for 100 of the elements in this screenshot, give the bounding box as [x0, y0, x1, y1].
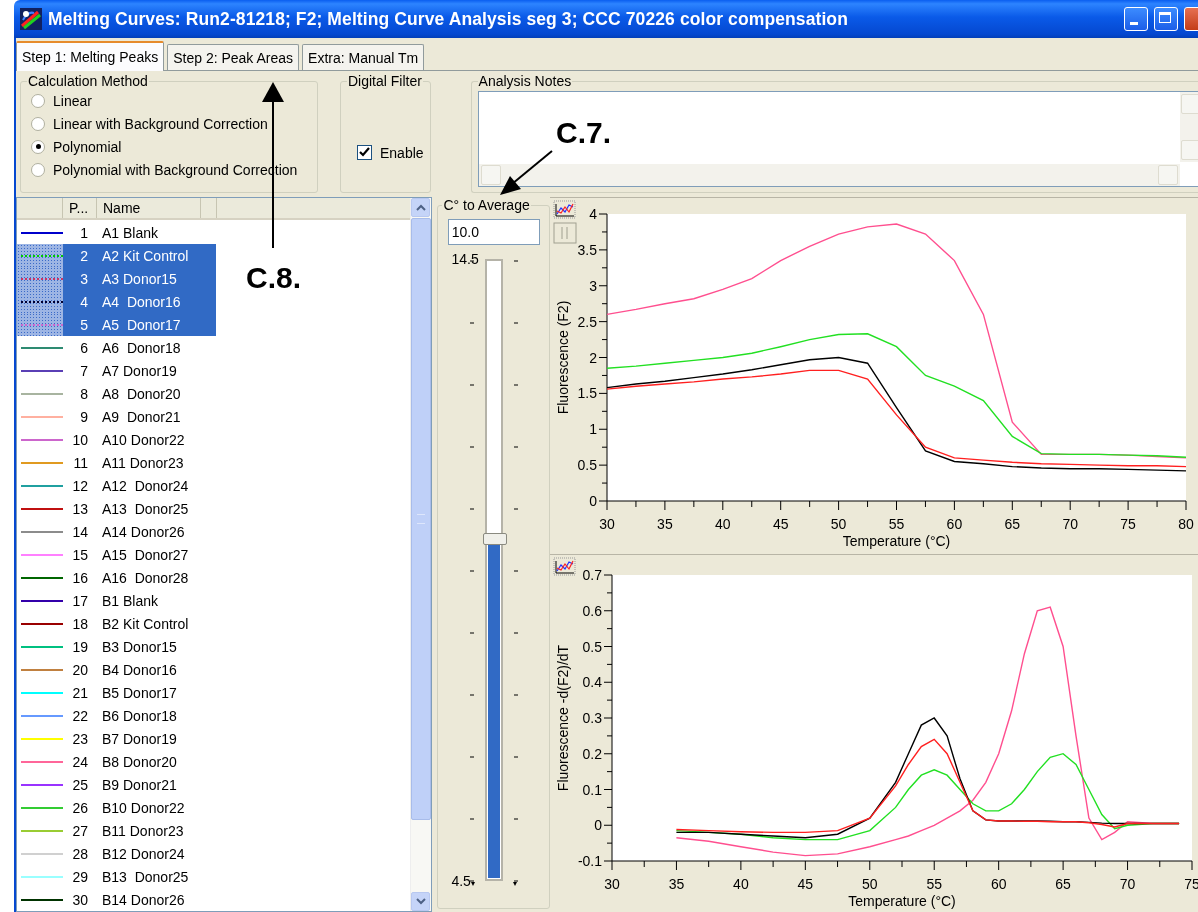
- tick-label: 50: [862, 876, 878, 892]
- sample-number: 10: [71, 431, 88, 448]
- radio-button[interactable]: [31, 93, 45, 108]
- sample-row[interactable]: 6 A6 Donor18: [17, 336, 216, 359]
- sample-name: B11 Donor23: [102, 822, 184, 839]
- sample-name: B2 Kit Control: [102, 615, 189, 632]
- sample-number: 9: [79, 408, 88, 425]
- tick-label: 50: [830, 516, 847, 532]
- sample-row[interactable]: 8 A8 Donor20: [17, 382, 216, 405]
- sample-row[interactable]: 12 A12 Donor24: [17, 474, 216, 497]
- chevron-up-icon: [415, 204, 426, 211]
- tab[interactable]: Step 2: Peak Areas: [167, 44, 300, 70]
- group-label: C° to Average: [442, 197, 531, 213]
- sample-name: A6 Donor18: [102, 339, 181, 356]
- minimize-button[interactable]: [1124, 7, 1148, 31]
- horizontal-scrollbar[interactable]: [478, 164, 1180, 186]
- tab[interactable]: Extra: Manual Tm: [302, 44, 425, 70]
- axis-title: Fluorescence -d(F2)/dT: [555, 644, 571, 792]
- sample-name: B4 Donor16: [102, 661, 177, 678]
- sample-number: 24: [71, 753, 88, 770]
- tick-label: 3.5: [577, 241, 597, 258]
- sample-number: 16: [71, 569, 88, 586]
- sample-name: A14 Donor26: [102, 523, 185, 540]
- sample-name: B7 Donor19: [102, 730, 177, 747]
- sample-name: A7 Donor19: [102, 362, 177, 379]
- sample-number: 18: [71, 615, 88, 632]
- tick-label: 1.5: [577, 385, 597, 402]
- maximize-button[interactable]: [1154, 7, 1178, 31]
- chart-options-icon[interactable]: [553, 557, 576, 576]
- sample-row[interactable]: 30 B14 Donor26: [17, 888, 216, 911]
- sample-name: B3 Donor15: [102, 638, 177, 655]
- sample-name: B14 Donor26: [102, 891, 185, 908]
- sample-number: 17: [71, 592, 88, 609]
- sample-row[interactable]: 14 A14 Donor26: [17, 520, 216, 543]
- tick-label: 60: [946, 516, 963, 532]
- tick-label: 30: [599, 516, 615, 532]
- annotation-label: C.8.: [246, 261, 302, 295]
- sample-number: 8: [79, 385, 88, 402]
- sample-number: 28: [71, 845, 88, 862]
- sample-row[interactable]: 28 B12 Donor24: [17, 842, 216, 865]
- tick-label: 0.7: [582, 567, 602, 583]
- annotation-label: C.7.: [556, 116, 612, 150]
- group-label: Digital Filter: [347, 73, 423, 89]
- sample-row[interactable]: 15 A15 Donor27: [17, 543, 216, 566]
- sample-row[interactable]: 22 B6 Donor18: [17, 704, 216, 727]
- sample-number: 21: [71, 684, 88, 701]
- tick-label: 40: [715, 516, 731, 532]
- sample-row[interactable]: 11 A11 Donor23: [17, 451, 216, 474]
- notes-field[interactable]: [477, 91, 1198, 187]
- sample-row[interactable]: 23 B7 Donor19: [17, 727, 216, 750]
- tick-label: -0.1: [577, 853, 602, 869]
- sample-row[interactable]: 18 B2 Kit Control: [17, 612, 216, 635]
- sample-row[interactable]: 29 B13 Donor25: [17, 865, 216, 888]
- sample-name: A9 Donor21: [102, 408, 181, 425]
- sample-row[interactable]: 27 B11 Donor23: [17, 819, 216, 842]
- sample-number: 14: [71, 523, 88, 540]
- sample-row[interactable]: 9 A9 Donor21: [17, 405, 216, 428]
- radio-button[interactable]: [31, 162, 45, 177]
- radio-button[interactable]: [31, 116, 45, 131]
- radio-button[interactable]: [31, 139, 45, 154]
- sample-row[interactable]: 20 B4 Donor16: [17, 658, 216, 681]
- sample-row[interactable]: 19 B3 Donor15: [17, 635, 216, 658]
- column-header[interactable]: Name: [97, 198, 201, 218]
- app-icon: [20, 8, 42, 30]
- tick-label: 2: [589, 349, 597, 366]
- sample-row[interactable]: 13 A13 Donor25: [17, 497, 216, 520]
- axis-title: Temperature (°C): [848, 893, 956, 909]
- tick-label: 0.3: [582, 710, 602, 726]
- sample-row[interactable]: 21 B5 Donor17: [17, 681, 216, 704]
- sample-name: A4 Donor16: [102, 293, 181, 310]
- chevron-down-icon: [415, 898, 426, 905]
- sample-name: A11 Donor23: [102, 454, 184, 471]
- group-label: Calculation Method: [27, 73, 149, 89]
- sample-row[interactable]: 26 B10 Donor22: [17, 796, 216, 819]
- scroll-up-button[interactable]: [411, 198, 431, 217]
- sample-row[interactable]: 7 A7 Donor19: [17, 359, 216, 382]
- sample-name: B6 Donor18: [102, 707, 177, 724]
- checkbox[interactable]: [357, 145, 372, 160]
- sample-row[interactable]: 16 A16 Donor28: [17, 566, 216, 589]
- sample-row[interactable]: 10 A10 Donor22: [17, 428, 216, 451]
- vertical-scrollbar[interactable]: [1180, 92, 1198, 162]
- scroll-down-button[interactable]: [411, 892, 431, 911]
- sample-row[interactable]: 17 B1 Blank: [17, 589, 216, 612]
- tick-label: 0.5: [582, 638, 602, 655]
- chart-options-icon[interactable]: [553, 200, 576, 219]
- sample-number: 29: [71, 868, 88, 885]
- sample-row[interactable]: 24 B8 Donor20: [17, 750, 216, 773]
- sample-number: 23: [71, 730, 88, 747]
- average-input[interactable]: 10.0: [447, 219, 540, 245]
- scrollbar-thumb[interactable]: [411, 218, 432, 820]
- sample-name: B1 Blank: [102, 592, 159, 609]
- sample-number: 3: [79, 270, 88, 287]
- sample-name: A3 Donor15: [102, 270, 177, 287]
- tick-label: 3: [589, 277, 597, 294]
- slider-thumb[interactable]: [482, 533, 507, 546]
- sample-row[interactable]: 25 B9 Donor21: [17, 773, 216, 796]
- sample-row[interactable]: 1 A1 Blank: [17, 221, 216, 244]
- tab[interactable]: Step 1: Melting Peaks: [16, 41, 165, 71]
- splitter-handle[interactable]: [553, 222, 577, 244]
- column-header[interactable]: P...: [63, 198, 97, 218]
